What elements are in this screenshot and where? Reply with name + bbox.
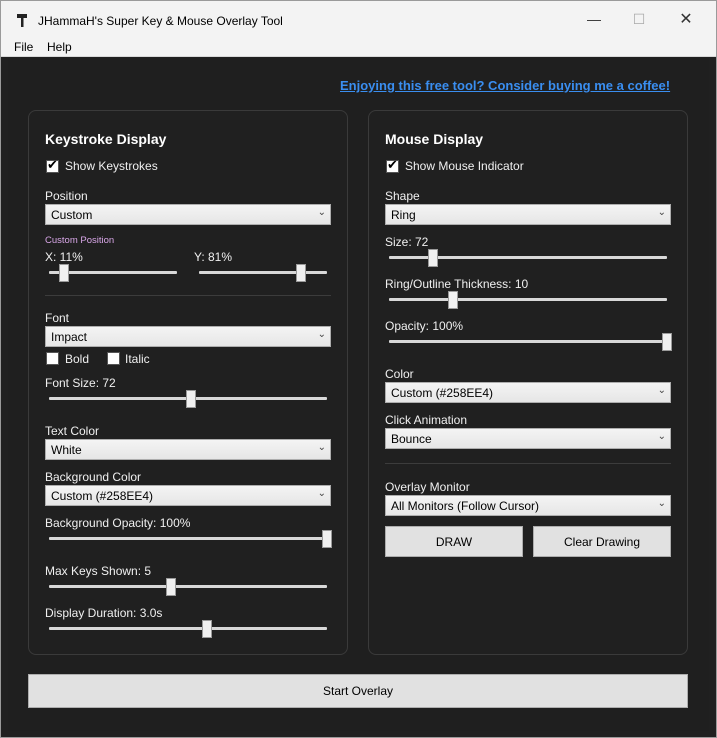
background-color-label: Background Color — [45, 470, 142, 484]
show-keystrokes-label: Show Keystrokes — [65, 159, 158, 173]
section-divider — [45, 295, 331, 296]
chevron-down-icon: ⌄ — [317, 442, 326, 453]
chevron-down-icon: ⌄ — [657, 385, 666, 396]
position-select-value: Custom — [51, 208, 93, 222]
thickness-slider[interactable] — [389, 291, 667, 309]
font-select-value: Impact — [51, 330, 88, 344]
chevron-down-icon: ⌄ — [317, 488, 326, 499]
mouse-panel-title: Mouse Display — [385, 131, 484, 147]
x-position-label: X: 11% — [45, 250, 83, 264]
close-button[interactable]: ✕ — [663, 1, 709, 37]
shape-select-value: Ring — [391, 208, 416, 222]
slider-thumb[interactable] — [322, 530, 332, 548]
click-animation-select[interactable]: Bounce ⌄ — [385, 428, 671, 449]
italic-label: Italic — [125, 352, 150, 366]
start-overlay-button[interactable]: Start Overlay — [28, 674, 688, 708]
click-animation-select-value: Bounce — [391, 432, 432, 446]
shape-select[interactable]: Ring ⌄ — [385, 204, 671, 225]
overlay-monitor-select[interactable]: All Monitors (Follow Cursor) ⌄ — [385, 495, 671, 516]
thickness-label: Ring/Outline Thickness: 10 — [385, 277, 529, 291]
background-color-select-value: Custom (#258EE4) — [51, 489, 154, 503]
slider-thumb[interactable] — [185, 390, 196, 408]
chevron-down-icon: ⌄ — [657, 431, 666, 442]
keystroke-display-panel: Keystroke Display Show Keystrokes Positi… — [28, 110, 348, 655]
text-color-select[interactable]: White ⌄ — [45, 439, 331, 460]
italic-checkbox[interactable] — [107, 352, 120, 365]
bold-label: Bold — [65, 352, 90, 366]
position-select[interactable]: Custom ⌄ — [45, 204, 331, 225]
background-color-select[interactable]: Custom (#258EE4) ⌄ — [45, 485, 331, 506]
slider-thumb[interactable] — [202, 620, 213, 638]
window-title: JHammaH's Super Key & Mouse Overlay Tool — [38, 14, 283, 28]
background-opacity-slider[interactable] — [49, 530, 332, 548]
mouse-color-select-value: Custom (#258EE4) — [391, 386, 494, 400]
display-duration-slider[interactable] — [49, 620, 327, 638]
slider-thumb[interactable] — [428, 249, 439, 267]
show-keystrokes-checkbox[interactable] — [46, 158, 59, 173]
slider-track — [49, 627, 327, 630]
slider-track — [199, 271, 327, 274]
mouse-color-select[interactable]: Custom (#258EE4) ⌄ — [385, 382, 671, 403]
mouse-display-panel: Mouse Display Show Mouse Indicator Shape… — [368, 110, 688, 655]
clear-drawing-button[interactable]: Clear Drawing — [533, 526, 671, 557]
chevron-down-icon: ⌄ — [657, 207, 666, 218]
hammer-icon — [17, 14, 27, 27]
main-content: Enjoying this free tool? Consider buying… — [8, 58, 709, 731]
size-slider[interactable] — [389, 249, 667, 267]
chevron-down-icon: ⌄ — [317, 207, 326, 218]
app-window: JHammaH's Super Key & Mouse Overlay Tool… — [0, 0, 717, 738]
title-bar[interactable]: JHammaH's Super Key & Mouse Overlay Tool… — [1, 1, 716, 37]
maximize-button[interactable]: ☐ — [616, 1, 662, 37]
menu-help[interactable]: Help — [47, 40, 72, 54]
font-size-label: Font Size: 72 — [45, 376, 116, 390]
show-mouse-indicator-label: Show Mouse Indicator — [405, 159, 524, 173]
draw-button[interactable]: DRAW — [385, 526, 523, 557]
slider-thumb[interactable] — [59, 264, 70, 282]
font-select[interactable]: Impact ⌄ — [45, 326, 331, 347]
slider-thumb[interactable] — [166, 578, 177, 596]
font-label: Font — [45, 311, 70, 325]
slider-track — [49, 585, 327, 588]
show-mouse-indicator-checkbox[interactable] — [386, 158, 399, 173]
bold-checkbox[interactable] — [46, 352, 59, 365]
opacity-label: Opacity: 100% — [385, 319, 464, 333]
click-animation-label: Click Animation — [385, 413, 468, 427]
y-position-slider[interactable] — [199, 264, 327, 282]
y-position-label: Y: 81% — [194, 250, 233, 264]
menu-bar: File Help — [1, 37, 716, 57]
slider-thumb[interactable] — [662, 333, 672, 351]
background-opacity-label: Background Opacity: 100% — [45, 516, 191, 530]
chevron-down-icon: ⌄ — [657, 498, 666, 509]
max-keys-slider[interactable] — [49, 578, 327, 596]
slider-track — [389, 298, 667, 301]
section-divider — [385, 463, 671, 464]
shape-label: Shape — [385, 189, 420, 203]
size-label: Size: 72 — [385, 235, 429, 249]
coffee-link[interactable]: Enjoying this free tool? Consider buying… — [340, 78, 670, 93]
custom-position-label: Custom Position — [45, 235, 115, 246]
menu-file[interactable]: File — [14, 40, 33, 54]
slider-track — [49, 537, 327, 540]
opacity-slider[interactable] — [389, 333, 672, 351]
font-size-slider[interactable] — [49, 390, 327, 408]
minimize-button[interactable]: — — [571, 1, 617, 37]
slider-thumb[interactable] — [296, 264, 307, 282]
slider-track — [389, 340, 667, 343]
slider-thumb[interactable] — [447, 291, 458, 309]
text-color-select-value: White — [51, 443, 82, 457]
display-duration-label: Display Duration: 3.0s — [45, 606, 163, 620]
overlay-monitor-select-value: All Monitors (Follow Cursor) — [391, 499, 540, 513]
x-position-slider[interactable] — [49, 264, 177, 282]
mouse-color-label: Color — [385, 367, 414, 381]
chevron-down-icon: ⌄ — [317, 329, 326, 340]
position-label: Position — [45, 189, 88, 203]
keystroke-panel-title: Keystroke Display — [45, 131, 167, 147]
max-keys-label: Max Keys Shown: 5 — [45, 564, 152, 578]
overlay-monitor-label: Overlay Monitor — [385, 480, 470, 494]
text-color-label: Text Color — [45, 424, 100, 438]
